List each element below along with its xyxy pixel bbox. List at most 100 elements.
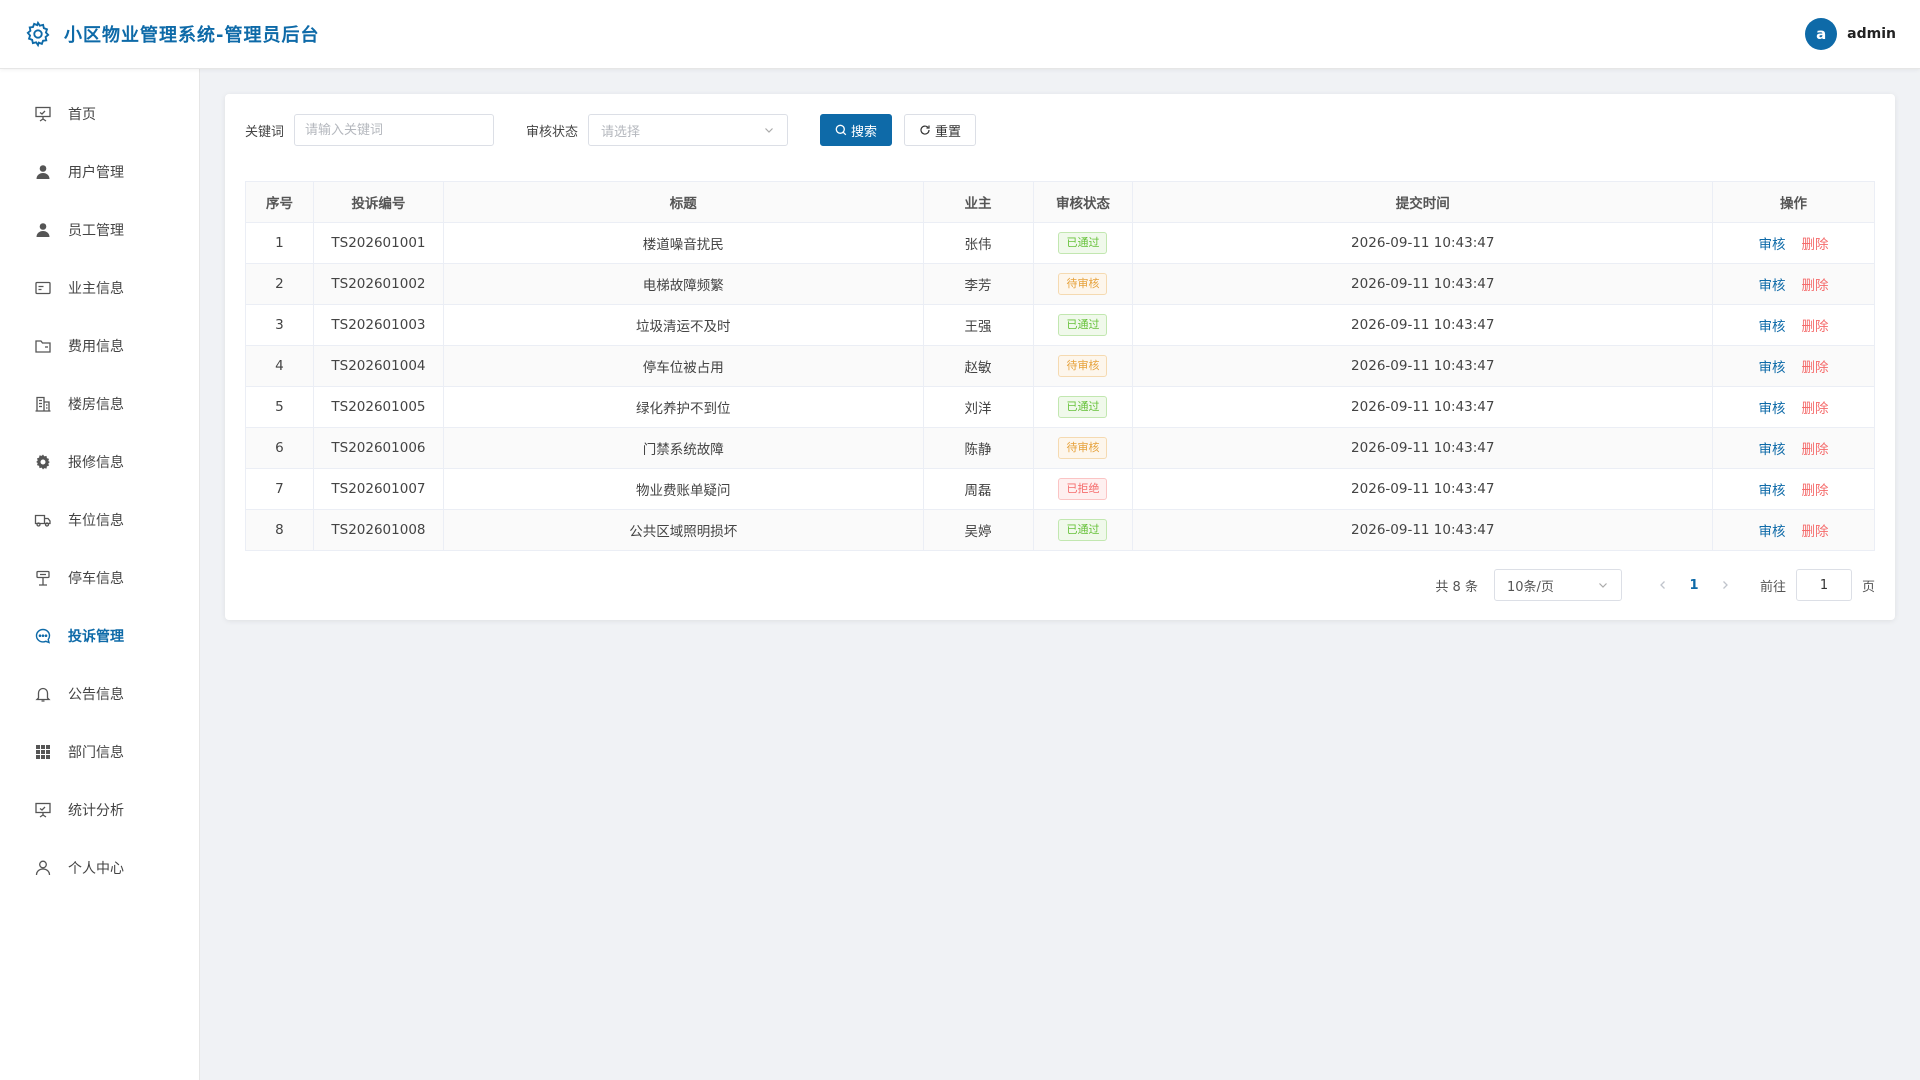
cell-code: TS202601008 <box>312 509 444 551</box>
table-header-row: 序号 投诉编号 标题 业主 审核状态 提交时间 操作 <box>245 181 1875 223</box>
sidebar-item-buildings[interactable]: 楼房信息 <box>0 375 199 433</box>
delete-link[interactable]: 删除 <box>1802 319 1829 335</box>
prev-page-button[interactable] <box>1648 580 1678 590</box>
cell-time: 2026-09-11 10:43:47 <box>1132 468 1714 510</box>
cell-time: 2026-09-11 10:43:47 <box>1132 427 1714 469</box>
delete-link[interactable]: 删除 <box>1802 401 1829 417</box>
sidebar-item-complaints[interactable]: 投诉管理 <box>0 607 199 665</box>
table-row: 3 TS202601003 垃圾清运不及时 王强 已通过 2026-09-11 … <box>245 304 1875 346</box>
status-badge: 待审核 <box>1058 273 1108 295</box>
status-badge: 已通过 <box>1058 519 1108 541</box>
cell-time: 2026-09-11 10:43:47 <box>1132 263 1714 305</box>
review-link[interactable]: 审核 <box>1759 319 1786 335</box>
sidebar-item-spaces[interactable]: 车位信息 <box>0 491 199 549</box>
filter-bar: 关键词 审核状态 请选择 搜索 重置 <box>245 114 1875 146</box>
cell-no: 3 <box>245 304 314 346</box>
keyword-input[interactable] <box>294 114 495 146</box>
cell-owner: 刘洋 <box>922 386 1034 428</box>
col-header-code: 投诉编号 <box>312 181 444 223</box>
sidebar-item-staff[interactable]: 员工管理 <box>0 201 199 259</box>
id-card-icon <box>34 279 52 297</box>
status-badge: 已通过 <box>1058 314 1108 336</box>
cell-owner: 周磊 <box>922 468 1034 510</box>
next-page-button[interactable] <box>1710 580 1740 590</box>
review-link[interactable]: 审核 <box>1759 401 1786 417</box>
user-menu[interactable]: a admin <box>1805 18 1896 50</box>
reset-button[interactable]: 重置 <box>904 114 977 146</box>
page-size-value: 10条/页 <box>1506 579 1554 595</box>
cell-title: 绿化养护不到位 <box>442 386 924 428</box>
cell-status: 待审核 <box>1032 263 1134 305</box>
goto-page-input[interactable] <box>1795 569 1852 601</box>
table-row: 6 TS202601006 门禁系统故障 陈静 待审核 2026-09-11 1… <box>245 427 1875 469</box>
chevron-down-icon <box>763 124 775 136</box>
review-link[interactable]: 审核 <box>1759 237 1786 253</box>
review-link[interactable]: 审核 <box>1759 442 1786 458</box>
cell-owner: 赵敏 <box>922 345 1034 387</box>
sidebar-item-departments[interactable]: 部门信息 <box>0 723 199 781</box>
sidebar-item-statistics[interactable]: 统计分析 <box>0 781 199 839</box>
review-link[interactable]: 审核 <box>1759 278 1786 294</box>
status-select[interactable]: 请选择 <box>588 114 789 146</box>
cell-no: 6 <box>245 427 314 469</box>
username[interactable]: admin <box>1847 26 1896 42</box>
gear-icon <box>24 20 52 48</box>
sidebar-item-owners[interactable]: 业主信息 <box>0 259 199 317</box>
review-link[interactable]: 审核 <box>1759 524 1786 540</box>
cell-actions: 审核 删除 <box>1712 222 1875 264</box>
delete-link[interactable]: 删除 <box>1802 524 1829 540</box>
sidebar-item-fees[interactable]: 费用信息 <box>0 317 199 375</box>
cell-status: 已通过 <box>1032 386 1134 428</box>
cell-no: 2 <box>245 263 314 305</box>
cell-status: 已通过 <box>1032 222 1134 264</box>
status-badge: 已拒绝 <box>1058 478 1108 500</box>
cell-time: 2026-09-11 10:43:47 <box>1132 509 1714 551</box>
review-link[interactable]: 审核 <box>1759 360 1786 376</box>
sidebar-item-notices[interactable]: 公告信息 <box>0 665 199 723</box>
search-button[interactable]: 搜索 <box>820 114 893 146</box>
pagination: 共 8 条 10条/页 1 前往 页 <box>245 569 1875 601</box>
person-outline-icon <box>34 859 52 877</box>
page-number-1[interactable]: 1 <box>1678 578 1710 593</box>
sidebar-item-parking[interactable]: 停车信息 <box>0 549 199 607</box>
sidebar: 首页 用户管理 员工管理 业主信息 费用信息 楼房信息 报修信息 车位信息 停车… <box>0 69 200 1080</box>
cell-code: TS202601005 <box>312 386 444 428</box>
building-icon <box>34 395 52 413</box>
review-link[interactable]: 审核 <box>1759 483 1786 499</box>
avatar[interactable]: a <box>1805 18 1838 50</box>
sidebar-item-profile[interactable]: 个人中心 <box>0 839 199 897</box>
keyword-label: 关键词 <box>245 124 285 140</box>
table-row: 5 TS202601005 绿化养护不到位 刘洋 已通过 2026-09-11 … <box>245 386 1875 428</box>
sidebar-item-users[interactable]: 用户管理 <box>0 143 199 201</box>
cell-status: 待审核 <box>1032 345 1134 387</box>
delete-link[interactable]: 删除 <box>1802 237 1829 253</box>
cell-code: TS202601004 <box>312 345 444 387</box>
table-row: 7 TS202601007 物业费账单疑问 周磊 已拒绝 2026-09-11 … <box>245 468 1875 510</box>
table-row: 2 TS202601002 电梯故障频繁 李芳 待审核 2026-09-11 1… <box>245 263 1875 305</box>
chevron-down-icon <box>1597 579 1609 591</box>
page-size-select[interactable]: 10条/页 <box>1493 569 1622 601</box>
cell-time: 2026-09-11 10:43:47 <box>1132 304 1714 346</box>
folder-icon <box>34 337 52 355</box>
sidebar-item-home[interactable]: 首页 <box>0 85 199 143</box>
delete-link[interactable]: 删除 <box>1802 483 1829 499</box>
delete-link[interactable]: 删除 <box>1802 360 1829 376</box>
cell-actions: 审核 删除 <box>1712 345 1875 387</box>
delete-link[interactable]: 删除 <box>1802 442 1829 458</box>
col-header-time: 提交时间 <box>1132 181 1714 223</box>
presentation-icon <box>34 105 52 123</box>
sidebar-item-repairs[interactable]: 报修信息 <box>0 433 199 491</box>
cell-owner: 李芳 <box>922 263 1034 305</box>
col-header-owner: 业主 <box>922 181 1034 223</box>
cell-status: 已通过 <box>1032 509 1134 551</box>
cell-actions: 审核 删除 <box>1712 263 1875 305</box>
cell-code: TS202601001 <box>312 222 444 264</box>
cell-no: 5 <box>245 386 314 428</box>
user-icon <box>34 221 52 239</box>
presentation-icon <box>34 801 52 819</box>
bell-icon <box>34 685 52 703</box>
delete-link[interactable]: 删除 <box>1802 278 1829 294</box>
cell-code: TS202601006 <box>312 427 444 469</box>
cell-no: 8 <box>245 509 314 551</box>
cell-time: 2026-09-11 10:43:47 <box>1132 345 1714 387</box>
